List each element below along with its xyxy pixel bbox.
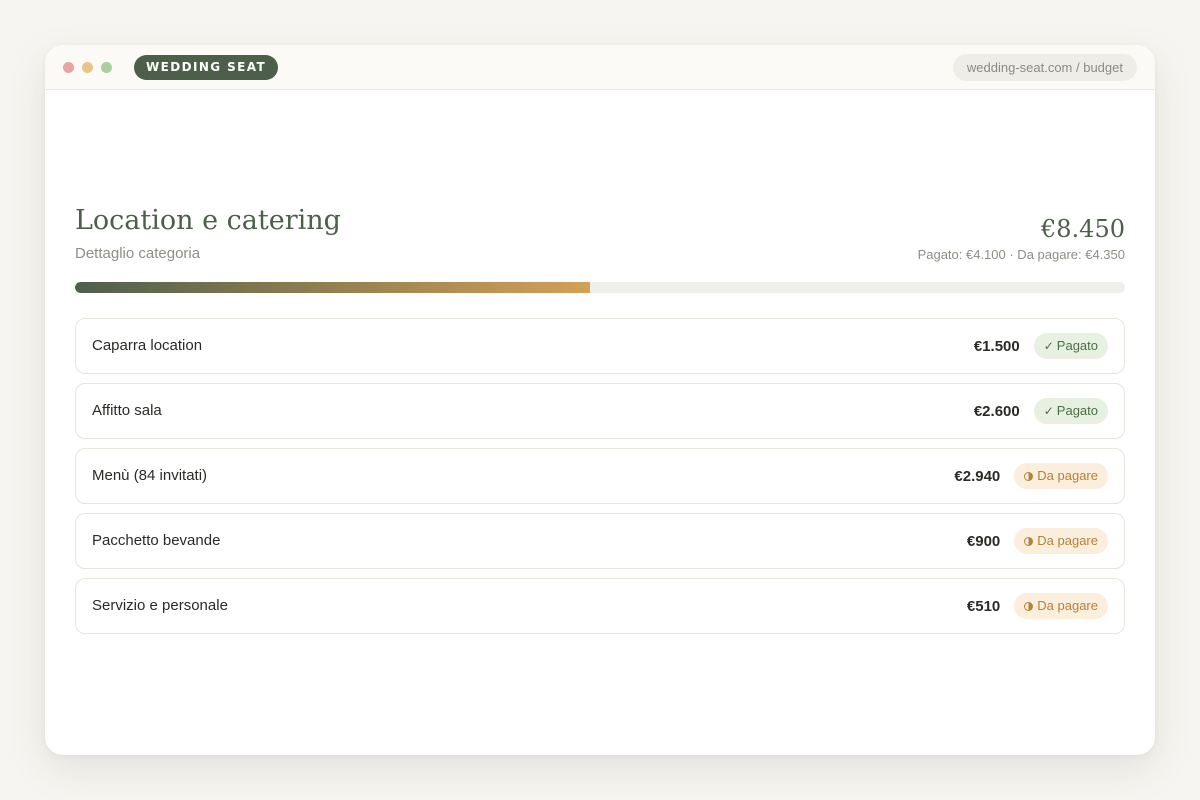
expense-name: Affitto sala [92, 402, 162, 419]
status-label: Pagato [1056, 403, 1098, 418]
status-badge[interactable]: ✓ Pagato [1033, 333, 1108, 359]
expense-name: Servizio e personale [92, 597, 228, 614]
check-icon: ✓ [1043, 404, 1054, 418]
browser-window: WEDDING SEAT wedding-seat.com / budget L… [45, 45, 1155, 755]
category-total: €8.450 [1041, 215, 1125, 243]
expense-meta: €2.940 Da pagare [954, 449, 1108, 503]
brand-logo: WEDDING SEAT [134, 55, 279, 80]
expense-row[interactable]: Affitto sala €2.600 ✓ Pagato [75, 383, 1125, 439]
close-window-dot[interactable] [63, 62, 74, 73]
clock-icon [1024, 601, 1034, 611]
status-label: Da pagare [1037, 468, 1098, 483]
expense-list: Caparra location €1.500 ✓ Pagato Affitto sal… [75, 318, 1125, 643]
payment-summary: Pagato: €4.100 · Da pagare: €4.350 [917, 247, 1125, 262]
expense-row[interactable]: Caparra location €1.500 ✓ Pagato [75, 318, 1125, 374]
clock-icon [1024, 536, 1034, 546]
title-bar: WEDDING SEAT wedding-seat.com / budget [45, 45, 1155, 90]
status-label: Da pagare [1037, 533, 1098, 548]
page-subtitle: Dettaglio categoria [75, 245, 201, 262]
status-badge[interactable]: Da pagare [1014, 528, 1108, 554]
expense-row[interactable]: Servizio e personale €510 Da pagare [75, 578, 1125, 634]
status-label: Pagato [1056, 338, 1098, 353]
expense-meta: €2.600 ✓ Pagato [974, 384, 1108, 438]
status-label: Da pagare [1037, 598, 1098, 613]
status-badge[interactable]: Da pagare [1014, 593, 1108, 619]
expense-amount: €510 [966, 597, 1001, 615]
expense-row[interactable]: Pacchetto bevande €900 Da pagare [75, 513, 1125, 569]
expense-amount: €900 [966, 532, 1001, 550]
page-title: Location e catering [75, 205, 341, 236]
status-badge[interactable]: ✓ Pagato [1033, 398, 1108, 424]
address-bar[interactable]: wedding-seat.com / budget [952, 54, 1137, 81]
expense-meta: €510 Da pagare [967, 579, 1108, 633]
expense-amount: €1.500 [973, 337, 1020, 355]
payment-progress-fill [75, 282, 590, 293]
expense-meta: €900 Da pagare [967, 514, 1108, 568]
minimize-window-dot[interactable] [82, 62, 93, 73]
expense-name: Caparra location [92, 337, 203, 354]
expense-meta: €1.500 ✓ Pagato [974, 319, 1108, 373]
expense-amount: €2.940 [954, 467, 1001, 485]
expense-amount: €2.600 [973, 402, 1020, 420]
maximize-window-dot[interactable] [101, 62, 112, 73]
check-icon: ✓ [1043, 339, 1054, 353]
clock-icon [1024, 471, 1034, 481]
expense-row[interactable]: Menù (84 invitati) €2.940 Da pagare [75, 448, 1125, 504]
expense-name: Menù (84 invitati) [92, 467, 208, 484]
status-badge[interactable]: Da pagare [1014, 463, 1108, 489]
expense-name: Pacchetto bevande [92, 532, 221, 549]
payment-progress-bar [75, 282, 1125, 293]
